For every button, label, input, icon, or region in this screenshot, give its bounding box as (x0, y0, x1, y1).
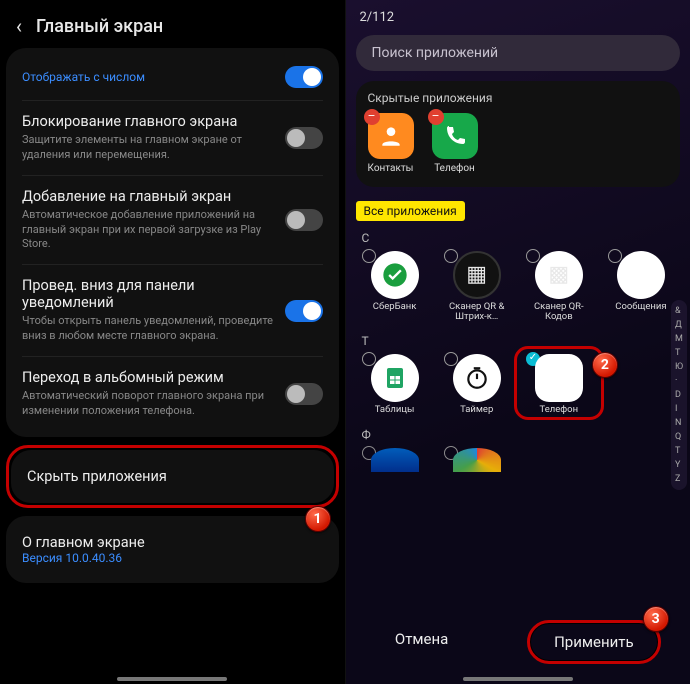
app-messages[interactable]: ⋯ Сообщения (602, 251, 680, 323)
callout-apply: Применить (527, 620, 661, 664)
checkbox[interactable] (444, 352, 458, 366)
sheets-icon (371, 354, 419, 402)
page-title: Главный экран (36, 16, 163, 37)
app-sberbank[interactable]: СберБанк (356, 251, 434, 323)
app-picker-screen: 2/112 Поиск приложений Скрытые приложени… (346, 0, 690, 684)
row-title: Скрыть приложения (27, 468, 318, 485)
all-apps-tag[interactable]: Все приложения (356, 201, 465, 221)
row-link: Отображать с числом (22, 70, 275, 84)
app-grid-t: Таблицы Таймер Телефон 2 (346, 350, 690, 423)
row-subtitle: Чтобы открыть панель уведомлений, провед… (22, 314, 275, 344)
toggle-lock-home[interactable] (285, 127, 323, 149)
row-hide-apps[interactable]: Скрыть приложения (11, 456, 334, 497)
app-label: Телефон (434, 163, 475, 175)
counter: 2/112 (346, 0, 690, 31)
callout-hide-apps: Скрыть приложения (6, 445, 339, 508)
row-title: Переход в альбомный режим (22, 369, 275, 386)
nav-pill (463, 677, 573, 681)
app-label: Сканер QR & Штрих-к… (445, 302, 509, 323)
app-label: Таблицы (375, 405, 415, 415)
settings-panel-1: Отображать с числом Блокирование главног… (6, 48, 339, 437)
qr-icon: ▩ (535, 251, 583, 299)
row-landscape[interactable]: Переход в альбомный режим Автоматический… (6, 357, 339, 431)
app-label: Контакты (368, 163, 414, 175)
toggle-landscape[interactable] (285, 383, 323, 405)
row-subtitle: Автоматическое добавление приложений на … (22, 208, 275, 253)
app-label: Сканер QR-Кодов (527, 302, 591, 323)
app-icon (371, 448, 419, 472)
hidden-app-phone[interactable]: – Телефон (432, 113, 478, 175)
remove-icon[interactable]: – (428, 109, 444, 125)
row-subtitle: Автоматический поворот главного экрана п… (22, 389, 275, 419)
row-swipe-notifications[interactable]: Провед. вниз для панели уведомлений Чтоб… (6, 265, 339, 356)
back-icon[interactable]: ‹ (16, 14, 22, 38)
row-show-with-number[interactable]: Отображать с числом (6, 54, 339, 100)
cancel-button[interactable]: Отмена (375, 620, 468, 664)
section-letter-c: С (346, 227, 690, 247)
section-letter-f: Ф (346, 424, 690, 444)
qr-icon: ▦ (453, 251, 501, 299)
contacts-icon: – (368, 113, 414, 159)
checkbox[interactable] (362, 352, 376, 366)
app-icon (453, 448, 501, 472)
section-letter-t: Т (346, 330, 690, 350)
app-timer[interactable]: Таймер (438, 354, 516, 415)
timer-icon (453, 354, 501, 402)
app-partial-2[interactable] (438, 448, 516, 472)
row-version: Версия 10.0.40.36 (22, 551, 323, 565)
sberbank-icon (371, 251, 419, 299)
checkbox[interactable] (608, 249, 622, 263)
settings-panel-about: О главном экране Версия 10.0.40.36 1 (6, 516, 339, 583)
app-grid-c: СберБанк ▦ Сканер QR & Штрих-к… ▩ Сканер… (346, 247, 690, 331)
toggle-swipe-notif[interactable] (285, 300, 323, 322)
phone-icon: – (432, 113, 478, 159)
row-about-home[interactable]: О главном экране Версия 10.0.40.36 (6, 522, 339, 577)
app-qr-scanner-2[interactable]: ▩ Сканер QR-Кодов (520, 251, 598, 323)
step-badge-3: 3 (643, 606, 669, 632)
checkbox[interactable] (526, 249, 540, 263)
checkbox[interactable] (362, 249, 376, 263)
row-title: О главном экране (22, 534, 323, 551)
app-phone-selectable[interactable]: Телефон 2 (520, 354, 598, 415)
step-badge-1: 1 (305, 506, 331, 532)
toggle-show-number[interactable] (285, 66, 323, 88)
toggle-add-home[interactable] (285, 209, 323, 231)
app-label: СберБанк (373, 302, 417, 312)
app-label: Сообщения (615, 302, 666, 312)
row-add-home[interactable]: Добавление на главный экран Автоматическ… (6, 176, 339, 265)
row-title: Блокирование главного экрана (22, 113, 275, 130)
phone-icon (535, 354, 583, 402)
row-lock-home[interactable]: Блокирование главного экрана Защитите эл… (6, 101, 339, 175)
app-grid-f (346, 444, 690, 472)
az-index[interactable]: & Д М Т Ю · D I N Q T Y Z (671, 300, 687, 490)
bottom-bar: Отмена Применить 3 (346, 614, 690, 670)
settings-screen: ‹ Главный экран Отображать с числом Блок… (0, 0, 346, 684)
row-title: Провед. вниз для панели уведомлений (22, 277, 275, 311)
row-title: Добавление на главный экран (22, 188, 275, 205)
hidden-app-contacts[interactable]: – Контакты (368, 113, 414, 175)
messages-icon: ⋯ (617, 251, 665, 299)
checkbox[interactable] (444, 249, 458, 263)
hidden-apps-panel: Скрытые приложения – Контакты – Телефон (356, 81, 681, 187)
apply-button[interactable]: Применить (532, 625, 656, 659)
row-subtitle: Защитите элементы на главном экране от у… (22, 133, 275, 163)
app-partial-1[interactable] (356, 448, 434, 472)
nav-pill (117, 677, 227, 681)
search-input[interactable]: Поиск приложений (356, 35, 681, 71)
settings-header: ‹ Главный экран (0, 0, 345, 48)
app-label: Таймер (460, 405, 493, 415)
app-sheets[interactable]: Таблицы (356, 354, 434, 415)
app-qr-scanner-1[interactable]: ▦ Сканер QR & Штрих-к… (438, 251, 516, 323)
remove-icon[interactable]: – (364, 109, 380, 125)
hidden-apps-label: Скрытые приложения (368, 91, 669, 105)
